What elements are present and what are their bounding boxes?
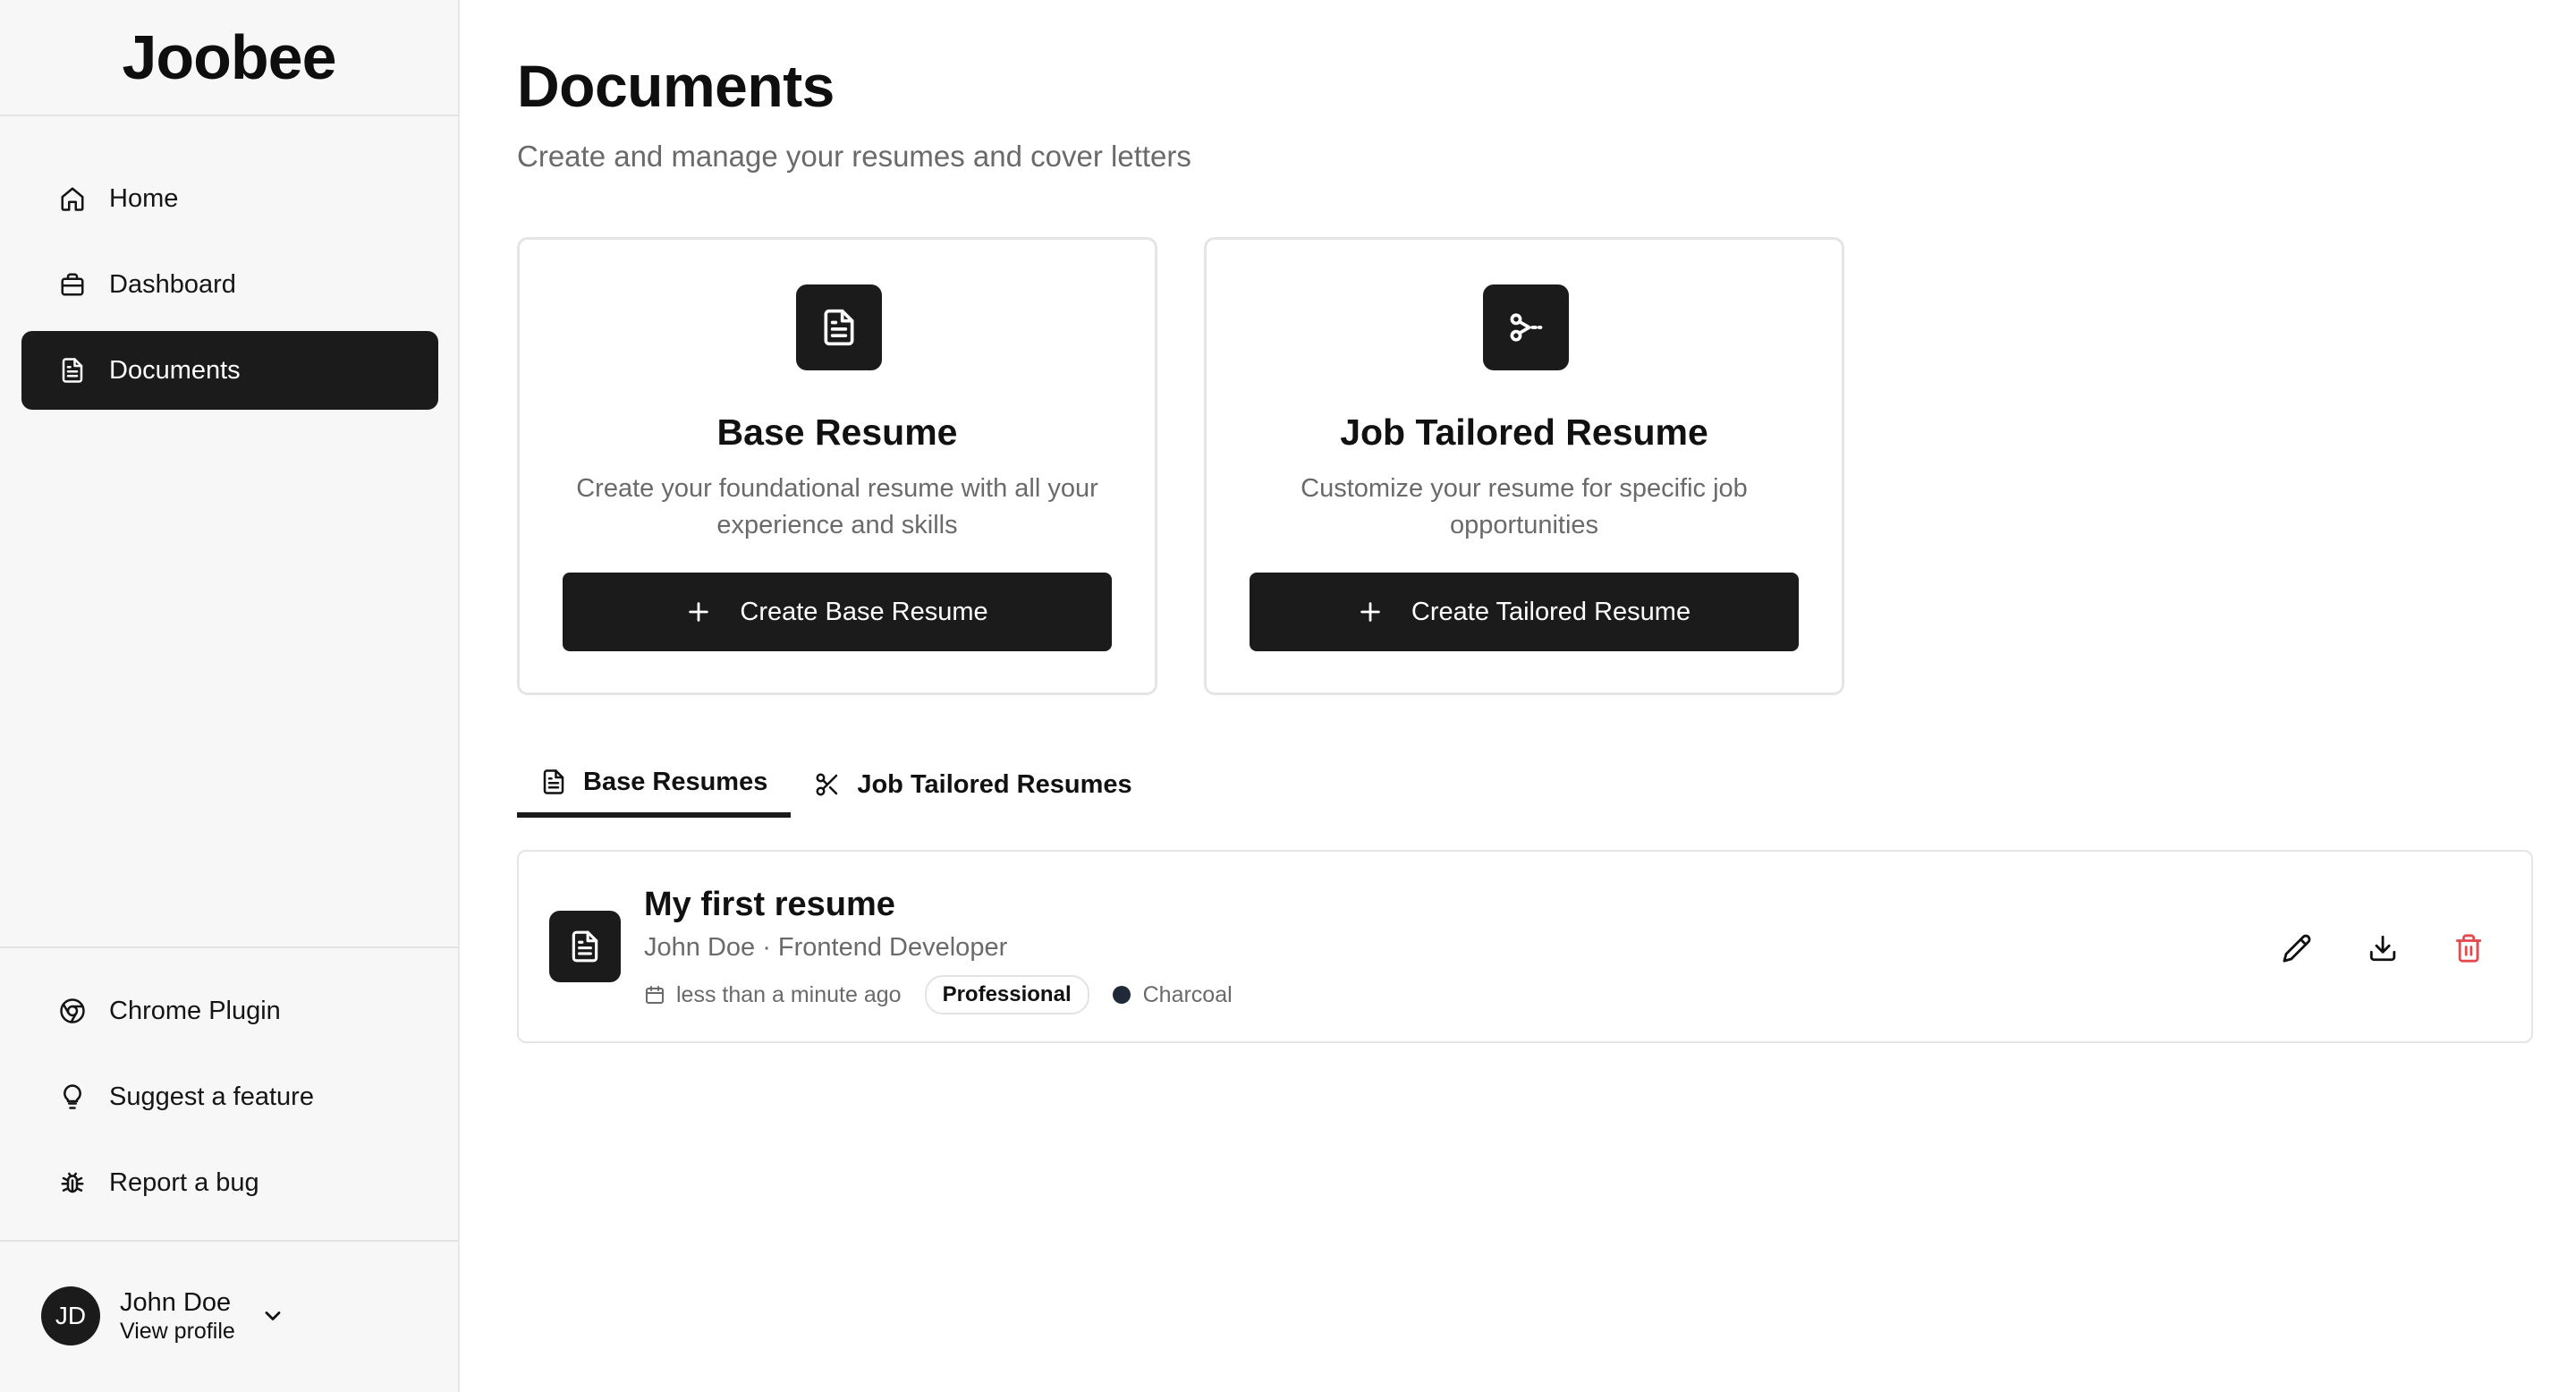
card-description: Create your foundational resume with all… <box>576 474 1098 539</box>
sidebar-item-report-bug[interactable]: Report a bug <box>21 1143 438 1222</box>
sidebar-item-label: Documents <box>109 355 241 385</box>
resume-actions <box>2229 930 2487 966</box>
job-tailored-resume-card: Job Tailored Resume Customize your resum… <box>1204 237 1844 695</box>
tab-base-resumes[interactable]: Base Resumes <box>517 751 792 818</box>
calendar-icon <box>646 986 664 1004</box>
sidebar-item-label: Chrome Plugin <box>109 996 281 1025</box>
create-base-resume-button[interactable]: Create Base Resume <box>563 573 1112 651</box>
logo-area: Joobee <box>0 0 458 116</box>
sidebar-item-chrome-plugin[interactable]: Chrome Plugin <box>21 972 438 1050</box>
lightbulb-icon <box>57 1082 88 1112</box>
sidebar-bottom-nav: Chrome Plugin Suggest a feature Report a… <box>21 972 438 1229</box>
resume-subtitle: John Doe · Frontend Developer <box>644 933 1008 962</box>
sidebar: Joobee Home Dashboard Documents Chrome P… <box>0 0 460 1392</box>
pencil-icon <box>2283 934 2311 963</box>
app-logo[interactable]: Joobee <box>122 21 336 93</box>
tab-label: Job Tailored Resumes <box>857 769 1132 799</box>
scissors-icon <box>816 773 838 796</box>
create-tailored-resume-button[interactable]: Create Tailored Resume <box>1250 573 1799 651</box>
profile-name: John Doe <box>120 1287 232 1317</box>
sidebar-item-label: Dashboard <box>109 269 236 299</box>
download-icon <box>2369 935 2396 962</box>
document-icon <box>549 911 621 982</box>
resume-tabs: Base Resumes Job Tailored Resumes <box>517 751 1156 821</box>
app-root: Joobee Home Dashboard Documents Chrome P… <box>0 0 2576 1392</box>
document-icon <box>796 284 882 370</box>
button-label: Create Base Resume <box>740 597 988 626</box>
home-icon <box>57 183 88 214</box>
resume-title[interactable]: My first resume <box>644 886 895 924</box>
resume-updated: less than a minute ago <box>676 981 902 1007</box>
sidebar-divider <box>0 946 458 948</box>
document-icon <box>57 355 88 386</box>
avatar: JD <box>41 1286 100 1345</box>
resume-list-item[interactable]: My first resume John Doe · Frontend Deve… <box>517 850 2533 1043</box>
main-content: Documents Create and manage your resumes… <box>517 0 2576 1392</box>
color-name: Charcoal <box>1142 981 1233 1007</box>
page-subtitle: Create and manage your resumes and cover… <box>517 140 1191 173</box>
sidebar-item-home[interactable]: Home <box>21 159 438 238</box>
plus-icon <box>689 602 709 622</box>
sidebar-item-label: Report a bug <box>109 1167 259 1197</box>
edit-button[interactable] <box>2279 930 2315 966</box>
scissors-icon <box>1483 284 1569 370</box>
sidebar-item-label: Home <box>109 183 179 213</box>
sidebar-item-dashboard[interactable]: Dashboard <box>21 245 438 324</box>
color-swatch <box>1112 986 1131 1004</box>
plus-icon <box>1360 602 1380 622</box>
view-profile-link[interactable]: View profile <box>120 1318 235 1345</box>
bug-icon <box>57 1167 88 1198</box>
resume-meta: less than a minute ago Professional Char… <box>644 975 1233 1014</box>
profile-text: John Doe View profile <box>120 1287 235 1345</box>
user-profile-menu[interactable]: JD John Doe View profile <box>41 1286 285 1345</box>
base-resume-card: Base Resume Create your foundational res… <box>517 237 1157 695</box>
sidebar-nav: Home Dashboard Documents <box>21 159 438 417</box>
tab-job-tailored-resumes[interactable]: Job Tailored Resumes <box>791 751 1155 818</box>
delete-button[interactable] <box>2451 930 2487 966</box>
button-label: Create Tailored Resume <box>1411 597 1691 626</box>
page-title: Documents <box>517 53 835 119</box>
download-button[interactable] <box>2365 930 2401 966</box>
card-title: Base Resume <box>716 412 958 453</box>
sidebar-item-suggest-feature[interactable]: Suggest a feature <box>21 1057 438 1136</box>
card-description: Customize your resume for specific job o… <box>1301 474 1748 539</box>
briefcase-icon <box>57 269 88 300</box>
sidebar-item-documents[interactable]: Documents <box>21 331 438 410</box>
template-badge: Professional <box>924 975 1089 1014</box>
profile-divider <box>0 1240 458 1242</box>
sidebar-item-label: Suggest a feature <box>109 1082 314 1111</box>
chevron-down-icon[interactable] <box>260 1303 285 1328</box>
chrome-icon <box>57 996 88 1026</box>
tab-label: Base Resumes <box>583 767 768 796</box>
trash-icon <box>2455 934 2482 963</box>
card-title: Job Tailored Resume <box>1340 412 1708 453</box>
document-icon <box>543 769 564 794</box>
